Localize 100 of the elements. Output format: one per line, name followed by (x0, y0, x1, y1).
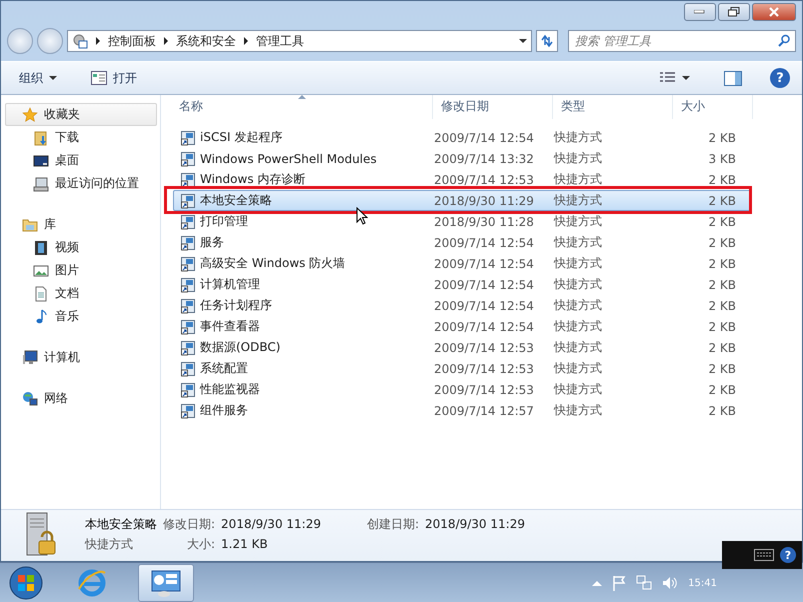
minimize-button[interactable] (684, 3, 716, 21)
shortcut-icon (180, 318, 196, 334)
type-cell-text: 快捷方式 (554, 297, 603, 314)
file-row[interactable]: 系统配置 2009/7/14 12:53 快捷方式 2 KB (173, 358, 751, 379)
column-header[interactable]: 类型 (553, 95, 673, 119)
flag-icon[interactable] (612, 575, 626, 591)
file-row[interactable]: 组件服务 2009/7/14 12:57 快捷方式 2 KB (173, 400, 751, 421)
shortcut-icon (180, 382, 196, 398)
sidebar-item[interactable]: 最近访问的位置 (1, 172, 160, 195)
control-panel-taskbar-icon[interactable] (138, 564, 194, 602)
sidebar-item[interactable]: 计算机 (5, 346, 157, 369)
file-name: 性能监视器 (200, 381, 260, 398)
breadcrumb[interactable]: 控制面板 (108, 32, 156, 50)
shortcut-icon (180, 150, 196, 166)
show-hidden-icons[interactable] (592, 580, 602, 586)
monitor-icon (33, 152, 49, 168)
sidebar-item[interactable]: 收藏夹 (5, 103, 157, 126)
sidebar-item[interactable]: 文档 (1, 282, 160, 305)
size-cell-text: 2 KB (707, 382, 736, 396)
type-cell-text: 快捷方式 (554, 129, 603, 146)
sidebar-item[interactable]: 下载 (1, 126, 160, 149)
open-button[interactable]: 打开 (85, 66, 143, 90)
type-cell-text: 快捷方式 (554, 360, 603, 377)
speaker-icon[interactable] (662, 575, 678, 591)
file-name: 服务 (200, 234, 224, 251)
date-cell-text: 2009/7/14 12:53 (434, 172, 535, 186)
restore-button[interactable] (718, 3, 750, 21)
sidebar-item[interactable]: 视频 (1, 236, 160, 259)
help-button[interactable]: ? (770, 68, 790, 88)
help-button[interactable]: ? (780, 547, 796, 563)
back-button[interactable] (7, 28, 33, 54)
file-row[interactable]: 服务 2009/7/14 12:54 快捷方式 2 KB (173, 232, 751, 253)
file-row[interactable]: 打印管理 2018/9/30 11:28 快捷方式 2 KB (173, 211, 751, 232)
sidebar-item[interactable]: 图片 (1, 259, 160, 282)
shortcut-icon (180, 340, 196, 356)
file-row[interactable]: Windows PowerShell Modules 2009/7/14 13:32 快捷方式 3 KB (173, 148, 751, 169)
type-cell-text: 快捷方式 (554, 276, 603, 293)
file-row[interactable]: 本地安全策略 2018/9/30 11:29 快捷方式 2 KB (173, 190, 751, 211)
size-cell-text: 2 KB (707, 320, 736, 334)
sidebar-item[interactable]: 桌面 (1, 149, 160, 172)
file-row[interactable]: iSCSI 发起程序 2009/7/14 12:54 快捷方式 2 KB (173, 127, 751, 148)
file-name: 计算机管理 (200, 276, 260, 293)
detail-value: 2018/9/30 11:29 (425, 517, 526, 531)
file-name: 打印管理 (200, 213, 248, 230)
close-button[interactable] (752, 3, 796, 21)
refresh-icon (540, 34, 554, 48)
date-cell-text: 2009/7/14 12:57 (434, 404, 535, 418)
date-cell-text: 2009/7/14 12:54 (434, 130, 535, 144)
size-cell-text: 2 KB (707, 298, 736, 312)
shortcut-icon (180, 276, 196, 292)
film-icon (33, 240, 49, 256)
search-field[interactable]: 搜索 管理工具 (568, 30, 796, 52)
window-icon (91, 71, 107, 85)
folder-icon (33, 130, 49, 146)
breadcrumb[interactable]: 管理工具 (256, 32, 304, 50)
detail-value: 1.21 KB (221, 537, 269, 551)
file-name: Windows 内存诊断 (200, 171, 306, 188)
refresh-button[interactable] (536, 30, 558, 52)
shortcut-icon (180, 234, 196, 250)
file-row[interactable]: 性能监视器 2009/7/14 12:53 快捷方式 2 KB (173, 379, 751, 400)
file-row[interactable]: 计算机管理 2009/7/14 12:54 快捷方式 2 KB (173, 274, 751, 295)
type-cell-text: 快捷方式 (554, 192, 603, 209)
column-header[interactable]: 修改日期 (433, 95, 553, 119)
size-cell-text: 2 KB (707, 214, 736, 228)
star-icon (22, 106, 38, 122)
type-cell-text: 快捷方式 (554, 402, 603, 419)
sidebar-item[interactable]: 库 (5, 213, 157, 236)
size-cell-text: 2 KB (707, 236, 736, 250)
file-name: 本地安全策略 (200, 192, 272, 209)
detail-label: 修改日期: (163, 516, 216, 532)
file-row[interactable]: 高级安全 Windows 防火墙 2009/7/14 12:54 快捷方式 2 KB (173, 253, 751, 274)
sidebar-item[interactable]: 音乐 (1, 305, 160, 328)
shortcut-icon (180, 256, 196, 272)
file-row[interactable]: 任务计划程序 2009/7/14 12:54 快捷方式 2 KB (173, 295, 751, 316)
file-row[interactable]: 数据源(ODBC) 2009/7/14 12:53 快捷方式 2 KB (173, 337, 751, 358)
shortcut-icon (180, 298, 196, 314)
file-name: 系统配置 (200, 360, 248, 377)
date-cell-text: 2018/9/30 11:28 (434, 214, 535, 228)
breadcrumb[interactable]: 系统和安全 (176, 32, 236, 50)
size-cell-text: 2 KB (707, 130, 736, 144)
sidebar-item[interactable]: 网络 (5, 387, 157, 410)
type-cell-text: 快捷方式 (554, 339, 603, 356)
organize-button[interactable]: 组织 (13, 66, 63, 90)
forward-button[interactable] (37, 28, 63, 54)
detail-label: 大小: (186, 536, 216, 552)
column-header[interactable]: 名称 (171, 95, 433, 119)
detail-label: 创建日期: (366, 516, 420, 532)
type-cell-text: 快捷方式 (554, 150, 603, 167)
file-name: 高级安全 Windows 防火墙 (200, 255, 346, 272)
date-cell-text: 2009/7/14 12:54 (434, 278, 535, 292)
address-bar[interactable]: 控制面板 系统和安全 管理工具 (67, 30, 532, 52)
file-row[interactable]: Windows 内存诊断 2009/7/14 12:53 快捷方式 2 KB (173, 169, 751, 190)
date-cell-text: 2009/7/14 12:53 (434, 362, 535, 376)
date-cell-text: 2009/7/14 12:54 (434, 298, 535, 312)
network-icon[interactable] (636, 575, 652, 591)
column-header[interactable]: 大小 (673, 95, 753, 119)
size-cell-text: 2 KB (707, 340, 736, 354)
detail-value: 2018/9/30 11:29 (221, 517, 321, 531)
folder-icon (22, 216, 38, 232)
file-row[interactable]: 事件查看器 2009/7/14 12:54 快捷方式 2 KB (173, 316, 751, 337)
